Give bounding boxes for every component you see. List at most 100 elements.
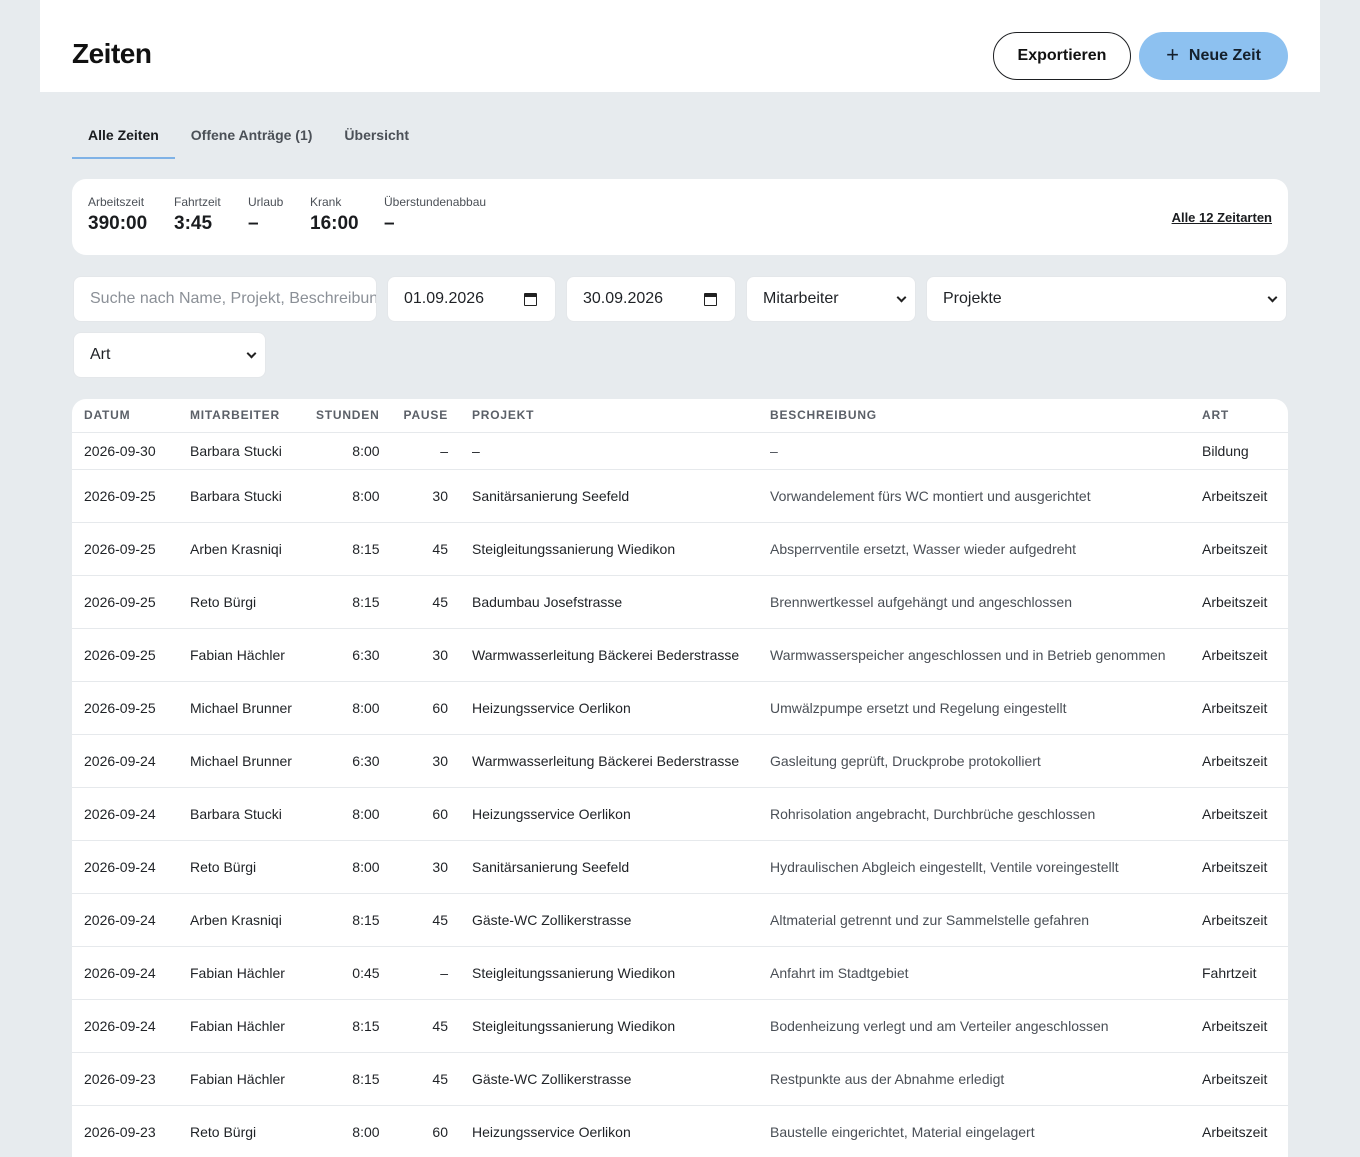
cell-pause: 30 <box>391 628 460 682</box>
tab-overview[interactable]: Übersicht <box>328 112 425 159</box>
table-header-row: DATUM MITARBEITER STUNDEN PAUSE PROJEKT BESCH… <box>72 399 1288 433</box>
table-row[interactable]: 2026-09-24 Arben Krasniqi 8:15 45 Gäste-WC Z… <box>72 893 1288 947</box>
cell-description: Umwälzpumpe ersetzt und Regelung eingest… <box>758 681 1190 735</box>
cell-pause: – <box>391 946 460 1000</box>
cell-project: Sanitärsanierung Seefeld <box>460 469 758 523</box>
cell-project: Steigleitungssanierung Wiedikon <box>460 946 758 1000</box>
table-row[interactable]: 2026-09-25 Barbara Stucki 8:00 30 Sanitärsan… <box>72 469 1288 523</box>
column-header-pause[interactable]: PAUSE <box>391 399 460 433</box>
cell-hours: 6:30 <box>303 628 392 682</box>
table-row[interactable]: 2026-09-23 Fabian Hächler 8:15 45 Gäste-WC Z… <box>72 1052 1288 1106</box>
export-button[interactable]: Exportieren <box>993 32 1131 80</box>
cell-description: Anfahrt im Stadtgebiet <box>758 946 1190 1000</box>
cell-employee: Fabian Hächler <box>178 999 304 1053</box>
date-to-field[interactable]: 30.09.2026 <box>566 276 736 322</box>
times-table: DATUM MITARBEITER STUNDEN PAUSE PROJEKT BESCH… <box>72 399 1288 1157</box>
cell-pause: 30 <box>391 840 460 894</box>
employee-select[interactable]: Mitarbeiter <box>746 276 916 322</box>
stat-label: Überstundenabbau <box>384 195 487 209</box>
column-header-hours[interactable]: STUNDEN <box>303 399 392 433</box>
cell-hours: 8:00 <box>303 432 392 470</box>
table-row[interactable]: 2026-09-25 Michael Brunner 8:00 60 Heizungss… <box>72 681 1288 735</box>
calendar-icon[interactable] <box>524 293 537 306</box>
cell-project: Gäste-WC Zollikerstrasse <box>460 1052 758 1106</box>
type-select[interactable]: Art <box>73 332 266 378</box>
new-time-label: Neue Zeit <box>1188 47 1261 64</box>
cell-pause: – <box>391 432 460 470</box>
cell-pause: 30 <box>391 469 460 523</box>
employee-select-value: Mitarbeiter <box>763 290 839 307</box>
cell-type: Arbeitszeit <box>1190 469 1288 523</box>
column-header-employee[interactable]: MITARBEITER <box>178 399 304 433</box>
column-header-project[interactable]: PROJEKT <box>460 399 758 433</box>
cell-employee: Arben Krasniqi <box>178 893 304 947</box>
stat-ueberstundenabbau: Überstundenabbau – <box>384 195 486 235</box>
stat-value: – <box>384 213 395 234</box>
chevron-down-icon <box>1267 292 1278 303</box>
plus-icon: + <box>1166 42 1179 67</box>
stat-arbeitszeit: Arbeitszeit 390:00 <box>88 195 147 235</box>
cell-employee: Fabian Hächler <box>178 1052 304 1106</box>
stats-summary: Arbeitszeit 390:00 Fahrtzeit 3:45 Urlaub… <box>72 179 1288 255</box>
table-row[interactable]: 2026-09-25 Arben Krasniqi 8:15 45 Steigleitu… <box>72 522 1288 576</box>
cell-description: Warmwasserspeicher angeschlossen und in … <box>758 628 1190 682</box>
cell-employee: Reto Bürgi <box>178 840 304 894</box>
table-row[interactable]: 2026-09-23 Reto Bürgi 8:00 60 Heizungsservic… <box>72 1105 1288 1157</box>
cell-description: – <box>758 432 1190 470</box>
cell-pause: 60 <box>391 1105 460 1157</box>
projects-select[interactable]: Projekte <box>926 276 1287 322</box>
cell-type: Arbeitszeit <box>1190 575 1288 629</box>
tab-all-times[interactable]: Alle Zeiten <box>72 112 175 159</box>
cell-hours: 8:15 <box>303 999 392 1053</box>
cell-hours: 8:00 <box>303 681 392 735</box>
cell-employee: Barbara Stucki <box>178 432 304 470</box>
stat-label: Fahrtzeit <box>174 195 221 209</box>
cell-hours: 0:45 <box>303 946 392 1000</box>
stat-value: 16:00 <box>310 213 359 234</box>
cell-project: Heizungsservice Oerlikon <box>460 681 758 735</box>
cell-date: 2026-09-24 <box>72 787 178 841</box>
cell-description: Gasleitung geprüft, Druckprobe protokoll… <box>758 734 1190 788</box>
cell-employee: Reto Bürgi <box>178 1105 304 1157</box>
all-time-types-link[interactable]: Alle 12 Zeitarten <box>1172 210 1272 225</box>
search-input[interactable]: Suche nach Name, Projekt, Beschreibung <box>73 276 377 322</box>
cell-project: Warmwasserleitung Bäckerei Bederstrasse <box>460 734 758 788</box>
table-row[interactable]: 2026-09-24 Reto Bürgi 8:00 30 Sanitärsanieru… <box>72 840 1288 894</box>
column-header-date[interactable]: DATUM <box>72 399 178 433</box>
table-row[interactable]: 2026-09-25 Reto Bürgi 8:15 45 Badumbau Josef… <box>72 575 1288 629</box>
cell-pause: 45 <box>391 1052 460 1106</box>
page-title: Zeiten <box>72 38 152 69</box>
cell-project: – <box>460 432 758 470</box>
cell-date: 2026-09-25 <box>72 628 178 682</box>
calendar-icon[interactable] <box>704 293 717 306</box>
table-row[interactable]: 2026-09-24 Michael Brunner 6:30 30 Warmwasse… <box>72 734 1288 788</box>
table-row[interactable]: 2026-09-25 Fabian Hächler 6:30 30 Warmwasser… <box>72 628 1288 682</box>
table-row[interactable]: 2026-09-24 Fabian Hächler 8:15 45 Steigleitu… <box>72 999 1288 1053</box>
table-row[interactable]: 2026-09-30 Barbara Stucki 8:00– – – Bildung <box>72 432 1288 470</box>
cell-type: Arbeitszeit <box>1190 787 1288 841</box>
cell-description: Bodenheizung verlegt und am Verteiler an… <box>758 999 1190 1053</box>
cell-type: Bildung <box>1190 432 1288 470</box>
cell-date: 2026-09-24 <box>72 946 178 1000</box>
cell-pause: 45 <box>391 893 460 947</box>
times-table-card: DATUM MITARBEITER STUNDEN PAUSE PROJEKT BESCH… <box>72 399 1288 1157</box>
cell-hours: 6:30 <box>303 734 392 788</box>
cell-date: 2026-09-25 <box>72 681 178 735</box>
column-header-type[interactable]: ART <box>1190 399 1288 433</box>
tab-open-requests[interactable]: Offene Anträge (1) <box>175 112 329 159</box>
cell-type: Arbeitszeit <box>1190 1052 1288 1106</box>
stat-fahrtzeit: Fahrtzeit 3:45 <box>174 195 221 235</box>
stat-urlaub: Urlaub – <box>248 195 283 235</box>
new-time-button[interactable]: + Neue Zeit <box>1139 32 1288 80</box>
cell-hours: 8:00 <box>303 469 392 523</box>
date-from-field[interactable]: 01.09.2026 <box>387 276 556 322</box>
header-bar: Zeiten Exportieren + Neue Zeit <box>40 0 1320 92</box>
cell-employee: Michael Brunner <box>178 681 304 735</box>
cell-date: 2026-09-23 <box>72 1105 178 1157</box>
column-header-description[interactable]: BESCHREIBUNG <box>758 399 1190 433</box>
cell-project: Heizungsservice Oerlikon <box>460 1105 758 1157</box>
cell-date: 2026-09-25 <box>72 469 178 523</box>
table-row[interactable]: 2026-09-24 Barbara Stucki 8:00 60 Heizungsse… <box>72 787 1288 841</box>
cell-type: Arbeitszeit <box>1190 1105 1288 1157</box>
table-row[interactable]: 2026-09-24 Fabian Hächler 0:45– Steigleitun… <box>72 946 1288 1000</box>
